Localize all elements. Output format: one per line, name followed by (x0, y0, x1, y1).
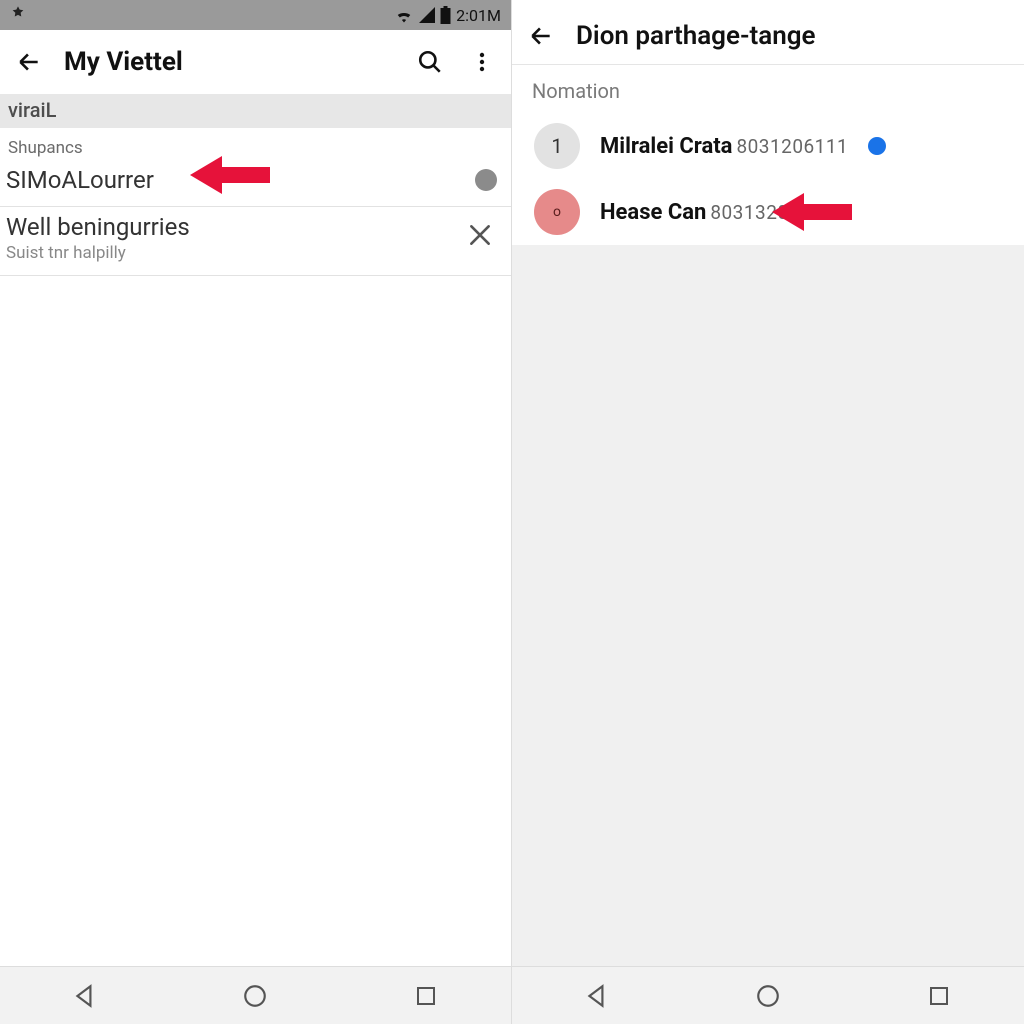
right-title: Dion parthage-tange (576, 21, 1012, 51)
status-bar: 2:01M (0, 0, 511, 30)
contact-row-2[interactable]: o Hease Can 8031320445 (512, 179, 1024, 245)
avatar-badge-2: o (534, 189, 580, 235)
contact-row-1[interactable]: 1 Milralei Crata 8031206111 (512, 113, 1024, 179)
contact-name-2: Hease Can (600, 200, 706, 225)
right-section-label: Nomation (512, 64, 1024, 113)
nav-home-icon[interactable] (753, 981, 783, 1011)
sim-row-label: SIMoALourrer (6, 166, 475, 194)
more-icon[interactable] (465, 45, 499, 79)
search-icon[interactable] (413, 45, 447, 79)
left-nav-bar (0, 966, 511, 1024)
avatar-badge-1: 1 (534, 123, 580, 169)
well-row-primary: Well beningurries (6, 213, 467, 241)
nav-back-icon[interactable] (70, 981, 100, 1011)
left-app-bar: My Viettel (0, 30, 511, 94)
back-icon[interactable] (524, 19, 558, 53)
well-row-secondary: Suist tnr halpilly (6, 243, 467, 263)
right-nav-bar (512, 966, 1024, 1024)
left-empty-area (0, 276, 511, 966)
left-phone-frame: 2:01M My Viettel viraiL Shupancs SIMoALo… (0, 0, 512, 1024)
well-row[interactable]: Well beningurries Suist tnr halpilly (0, 207, 511, 276)
contact-number-1: 8031206111 (736, 135, 848, 158)
selected-indicator (868, 137, 886, 155)
contact-number-2: 8031320445 (710, 201, 822, 224)
nav-back-icon[interactable] (582, 981, 612, 1011)
gray-dot-indicator (475, 169, 497, 191)
back-icon[interactable] (12, 45, 46, 79)
status-time: 2:01M (456, 6, 501, 25)
right-empty-area (512, 245, 1024, 966)
wifi-icon (394, 7, 414, 23)
muted-header-strip: viraiL (0, 94, 511, 128)
nav-recent-icon[interactable] (411, 981, 441, 1011)
close-icon[interactable] (467, 221, 497, 256)
signal-icon (419, 7, 435, 23)
status-left-icon (10, 5, 26, 25)
nav-recent-icon[interactable] (924, 981, 954, 1011)
right-app-bar: Dion parthage-tange (512, 0, 1024, 64)
section-label-small: Shupancs (0, 128, 511, 160)
contact-name-1: Milralei Crata (600, 134, 732, 159)
battery-icon (440, 6, 451, 24)
right-phone-frame: Dion parthage-tange Nomation 1 Milralei … (512, 0, 1024, 1024)
app-title: My Viettel (64, 47, 395, 77)
nav-home-icon[interactable] (240, 981, 270, 1011)
sim-row[interactable]: SIMoALourrer (0, 160, 511, 207)
